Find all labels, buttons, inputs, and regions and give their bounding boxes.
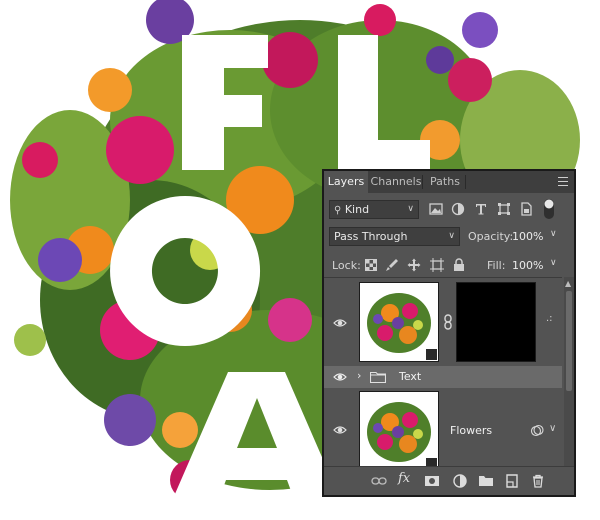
chevron-down-icon: ∨ (448, 231, 455, 241)
chevron-down-icon: ∨ (407, 204, 414, 214)
layer-mask-thumbnail[interactable] (456, 282, 536, 362)
pixel-layer-filter-icon[interactable] (429, 202, 443, 216)
layer-name[interactable]: Text (399, 370, 421, 383)
lock-transparent-pixels-icon[interactable] (364, 258, 378, 272)
type-layer-filter-icon[interactable] (474, 202, 488, 216)
opacity-chevron-icon[interactable]: ∨ (550, 229, 557, 239)
fill-label: Fill: (487, 259, 506, 272)
opacity-input[interactable]: 100% (512, 228, 543, 245)
panel-bottom-toolbar: fx (324, 466, 574, 495)
folder-icon (370, 371, 386, 383)
tab-paths[interactable]: Paths (425, 171, 465, 193)
tab-layers[interactable]: Layers (324, 171, 368, 193)
tab-separator (465, 175, 466, 189)
new-layer-icon[interactable] (504, 473, 520, 489)
shape-layer-filter-icon[interactable] (497, 202, 511, 216)
eye-icon[interactable] (333, 423, 347, 437)
lock-all-icon[interactable] (452, 258, 466, 272)
layer-options-icon[interactable]: .: (546, 313, 553, 324)
scrollbar-thumb[interactable] (566, 291, 572, 391)
layer-row-flowers[interactable]: Flowers ∨ (324, 389, 562, 471)
blend-mode-select[interactable]: Pass Through ∨ (329, 227, 460, 246)
layer-thumbnail[interactable] (359, 391, 439, 471)
chevron-right-icon[interactable]: › (357, 369, 361, 382)
smart-filter-icon[interactable] (530, 424, 544, 438)
link-layers-icon[interactable] (371, 473, 387, 489)
lock-image-pixels-icon[interactable] (385, 258, 399, 272)
eye-icon[interactable] (333, 370, 347, 384)
fx-icon[interactable]: fx (398, 471, 414, 487)
layers-panel: Layers Channels Paths ⚲ Kind ∨ Pass Thro… (322, 169, 576, 497)
new-adjustment-layer-icon[interactable] (452, 473, 468, 489)
scroll-up-icon[interactable]: ▲ (565, 279, 571, 288)
lock-artboard-icon[interactable] (430, 258, 444, 272)
smart-object-filter-icon[interactable] (519, 202, 533, 216)
panel-menu-icon[interactable] (558, 177, 568, 186)
add-mask-icon[interactable] (424, 473, 440, 489)
layer-thumbnail[interactable] (359, 282, 439, 362)
layers-scrollbar[interactable]: ▲ (564, 277, 574, 467)
chain-link-icon[interactable] (443, 314, 453, 330)
lock-position-icon[interactable] (407, 258, 421, 272)
fill-chevron-icon[interactable]: ∨ (550, 258, 557, 268)
layer-row-adjustment[interactable]: .: (324, 278, 562, 366)
blend-mode-value: Pass Through (334, 230, 408, 243)
filter-toggle-icon[interactable] (543, 198, 555, 220)
layer-name[interactable]: Flowers (450, 424, 492, 437)
panel-tab-bar: Layers Channels Paths (324, 171, 574, 193)
layer-row-text-group[interactable]: › Text (324, 366, 562, 388)
tab-separator (422, 175, 423, 189)
opacity-label: Opacity: (468, 230, 514, 243)
trash-icon[interactable] (530, 473, 546, 489)
eye-icon[interactable] (333, 316, 347, 330)
chevron-down-icon[interactable]: ∨ (549, 423, 556, 434)
tab-channels[interactable]: Channels (370, 171, 422, 193)
fill-input[interactable]: 100% (512, 257, 543, 274)
search-icon: ⚲ (334, 205, 342, 216)
lock-label: Lock: (332, 259, 361, 272)
filter-kind-select[interactable]: ⚲ Kind ∨ (329, 200, 419, 219)
smart-object-badge-icon (426, 349, 437, 360)
adjustment-layer-filter-icon[interactable] (451, 202, 465, 216)
new-group-icon[interactable] (478, 473, 494, 489)
filter-kind-label: Kind (344, 203, 370, 216)
